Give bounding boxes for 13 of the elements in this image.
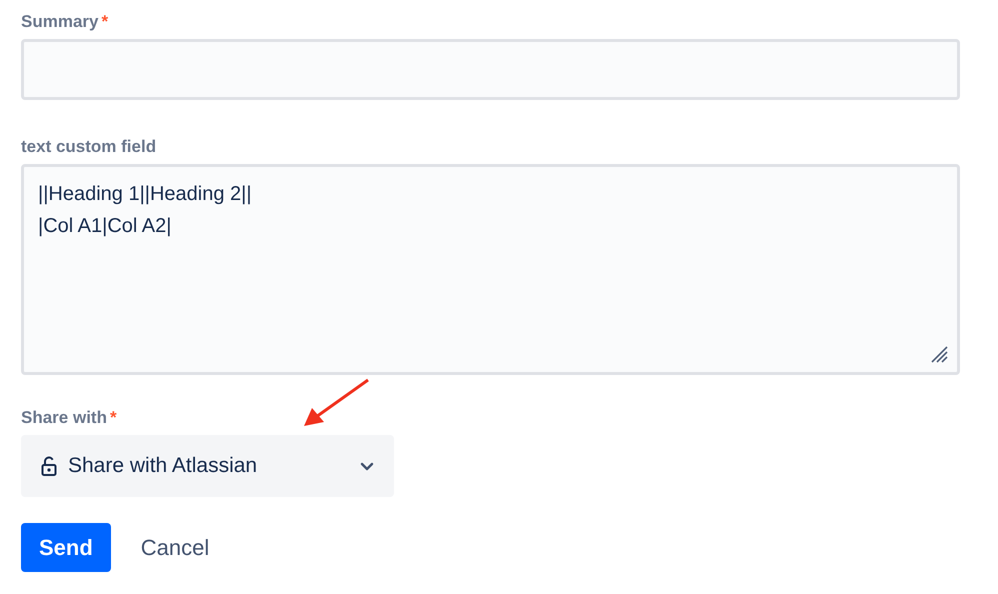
unlocked-padlock-icon xyxy=(41,456,57,476)
share-select[interactable]: Share with Atlassian xyxy=(21,435,394,497)
field-label: Share with xyxy=(21,408,107,428)
required-mark: * xyxy=(110,408,117,428)
required-mark: * xyxy=(101,12,108,32)
summary-input[interactable] xyxy=(21,39,960,100)
text-area[interactable]: ||Heading 1||Heading 2|| |Col A1|Col A2| xyxy=(21,164,960,375)
field-label: Summary xyxy=(21,12,98,32)
field-label: text custom field xyxy=(21,137,156,157)
send-button[interactable]: Send xyxy=(21,523,111,572)
resize-handle-icon[interactable] xyxy=(930,345,948,363)
cancel-button[interactable]: Cancel xyxy=(120,523,230,572)
chevron-down-icon xyxy=(360,462,374,470)
